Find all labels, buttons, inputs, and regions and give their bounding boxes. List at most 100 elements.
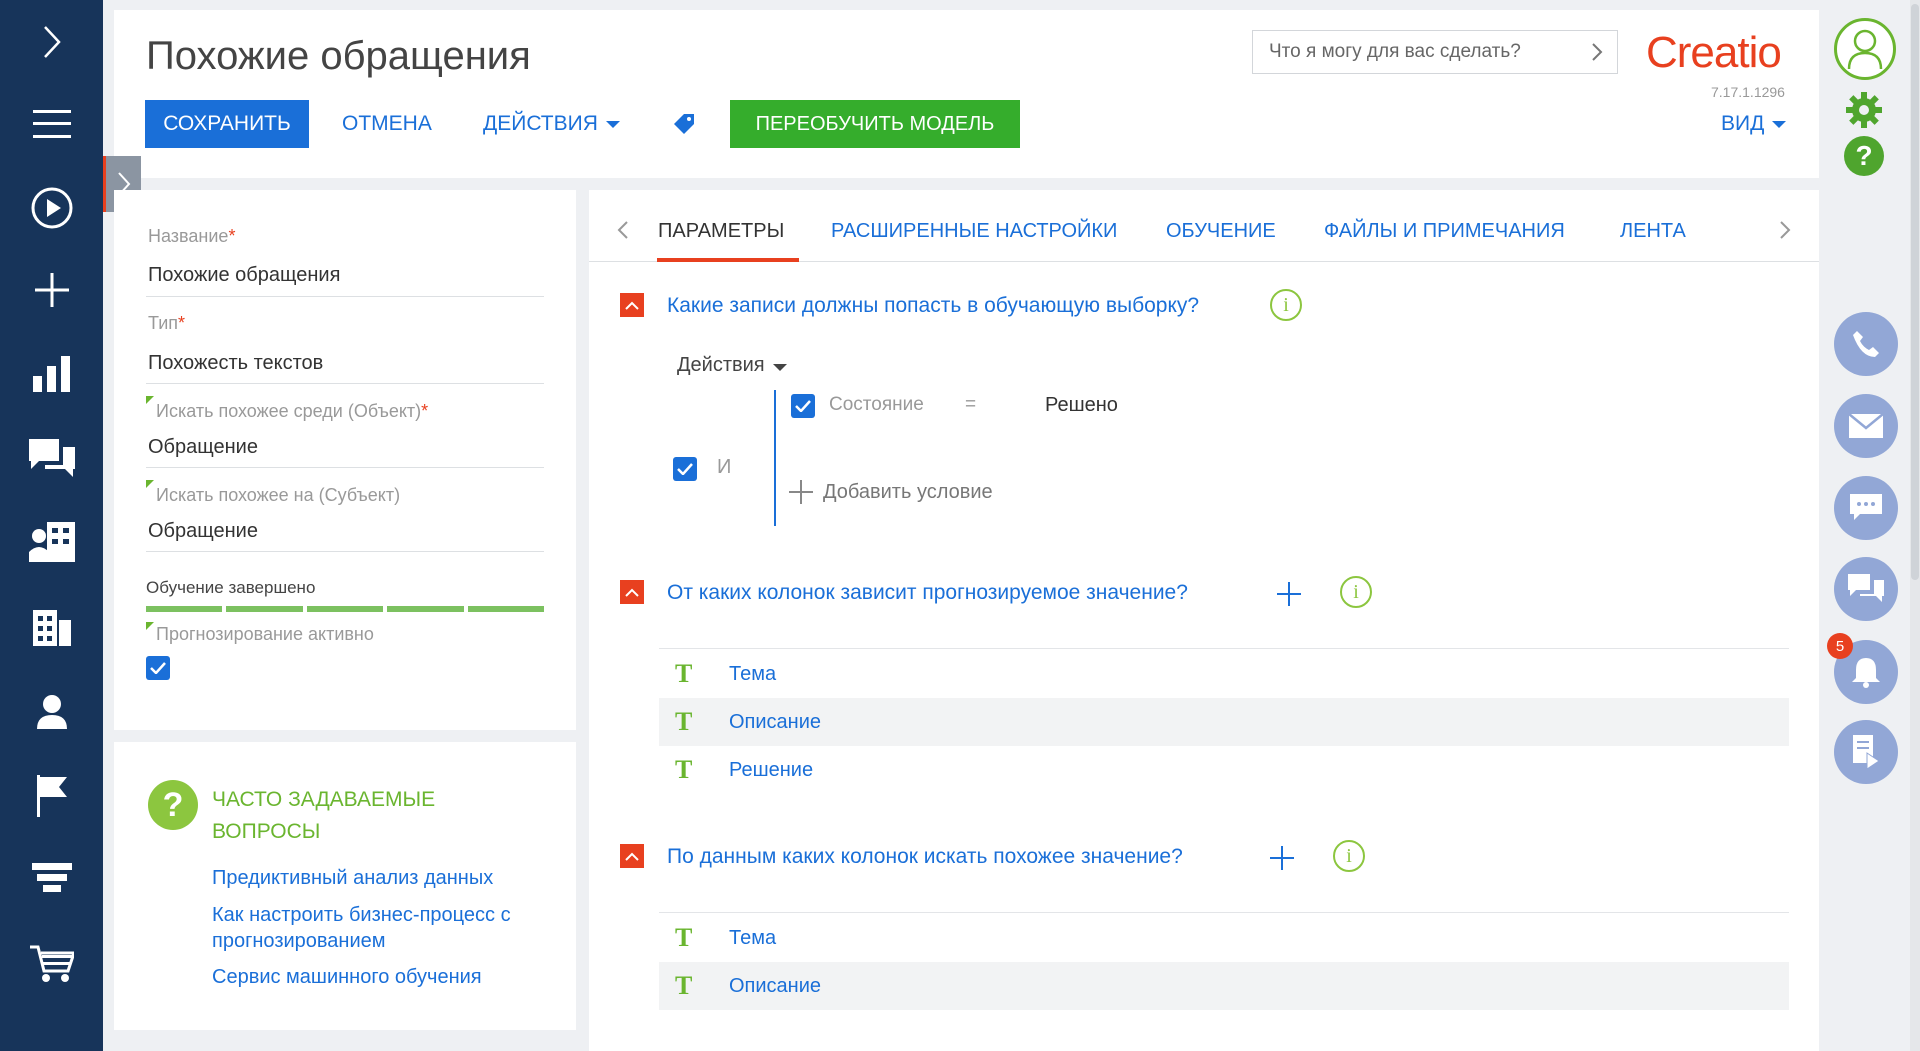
phone-button[interactable] <box>1834 312 1898 376</box>
info-icon[interactable]: i <box>1333 840 1365 872</box>
add-condition-label: Добавить условие <box>823 480 993 503</box>
chat-button[interactable] <box>1834 476 1898 540</box>
flag-icon[interactable] <box>24 768 80 824</box>
group-checkbox[interactable] <box>673 457 697 481</box>
progress-segment <box>306 606 384 612</box>
list-item[interactable]: T Решение <box>659 746 1789 794</box>
save-button[interactable]: СОХРАНИТЬ <box>145 100 309 148</box>
accounts-icon[interactable] <box>24 600 80 656</box>
tag-icon[interactable] <box>670 110 698 138</box>
gear-icon[interactable] <box>1844 90 1884 135</box>
search-on-label: Искать похожее на (Субъект) <box>156 485 401 505</box>
filter-actions-button[interactable]: Действия <box>677 354 787 377</box>
search-on-field[interactable]: Обращение <box>148 520 258 543</box>
name-field[interactable]: Похожие обращения <box>148 264 340 287</box>
text-field-icon: T <box>675 755 693 784</box>
progress-segment <box>226 606 303 612</box>
info-icon[interactable]: i <box>1270 289 1302 321</box>
cancel-button[interactable]: ОТМЕНА <box>342 100 432 148</box>
faq-link[interactable]: Сервис машинного обучения <box>212 964 552 990</box>
field-underline <box>146 383 544 384</box>
profile-avatar[interactable] <box>1834 18 1896 80</box>
chat-icon[interactable] <box>24 430 80 486</box>
tab-feed[interactable]: ЛЕНТА <box>1620 220 1686 243</box>
play-icon[interactable] <box>24 180 80 236</box>
chevron-left-icon[interactable] <box>617 220 629 240</box>
scrollbar[interactable] <box>1910 0 1920 1051</box>
tab-parameters[interactable]: ПАРАМЕТРЫ <box>658 220 784 243</box>
phone-icon <box>1853 331 1879 357</box>
help-icon[interactable]: ? <box>1844 136 1884 176</box>
message-icon <box>1850 494 1882 520</box>
add-column-icon[interactable] <box>1270 846 1294 870</box>
collapse-section-button[interactable] <box>620 844 644 868</box>
view-button[interactable]: ВИД <box>1721 100 1787 148</box>
command-search-input[interactable]: Что я могу для вас сделать? <box>1252 30 1618 74</box>
tab-advanced-settings[interactable]: РАСШИРЕННЫЕ НАСТРОЙКИ <box>831 220 1117 243</box>
feed-button[interactable] <box>1834 557 1898 621</box>
info-icon[interactable]: i <box>1340 576 1372 608</box>
plus-icon[interactable] <box>24 262 80 318</box>
condition-checkbox[interactable] <box>791 394 815 418</box>
column-name: Решение <box>729 758 814 781</box>
email-button[interactable] <box>1834 394 1898 458</box>
field-underline <box>146 296 544 297</box>
search-among-label: Искать похожее среди (Объект)* <box>156 401 429 421</box>
tab-files-notes[interactable]: ФАЙЛЫ И ПРИМЕЧАНИЯ <box>1324 220 1565 243</box>
forecast-active-checkbox[interactable] <box>146 656 170 680</box>
tab-bar: ПАРАМЕТРЫ РАСШИРЕННЫЕ НАСТРОЙКИ ОБУЧЕНИЕ… <box>589 190 1819 262</box>
menu-icon[interactable] <box>24 96 80 152</box>
filter-actions-label: Действия <box>677 354 765 376</box>
progress-segment <box>146 606 223 612</box>
caret-down-icon <box>772 364 787 371</box>
field-underline <box>146 551 544 552</box>
list-item[interactable]: T Описание <box>659 698 1789 746</box>
chevron-right-icon[interactable] <box>1779 220 1791 240</box>
section-title[interactable]: Какие записи должны попасть в обучающую … <box>667 294 1199 318</box>
field-underline <box>146 467 544 468</box>
check-icon <box>677 463 693 475</box>
question-icon: ? <box>148 780 198 830</box>
contacts-icon[interactable] <box>24 514 80 570</box>
training-status-label: Обучение завершено <box>146 578 316 597</box>
lookup-marker-icon <box>146 622 154 630</box>
user-icon <box>1847 29 1883 69</box>
column-name: Тема <box>729 926 777 949</box>
faq-link[interactable]: Как настроить бизнес-процесс с прогнозир… <box>212 902 552 954</box>
group-operator[interactable]: И <box>717 456 731 479</box>
condition-value[interactable]: Решено <box>1045 394 1118 417</box>
collapse-section-button[interactable] <box>620 293 644 317</box>
caret-down-icon <box>1772 120 1787 128</box>
actions-button[interactable]: ДЕЙСТВИЯ <box>483 100 620 148</box>
expand-icon[interactable] <box>24 14 80 70</box>
section-title[interactable]: По данным каких колонок искать похожее з… <box>667 845 1183 869</box>
section-title[interactable]: От каких колонок зависит прогнозируемое … <box>667 581 1188 605</box>
condition-operator[interactable]: = <box>965 394 976 416</box>
actions-label: ДЕЙСТВИЯ <box>483 112 598 135</box>
envelope-icon <box>1848 413 1884 438</box>
lookup-marker-icon <box>146 396 154 404</box>
add-column-icon[interactable] <box>1277 582 1301 606</box>
notification-count-badge: 5 <box>1827 633 1853 659</box>
lookup-marker-icon <box>146 480 154 488</box>
text-field-icon: T <box>675 659 693 688</box>
list-item[interactable]: T Тема <box>659 650 1789 698</box>
list-item[interactable]: T Описание <box>659 962 1789 1010</box>
chevron-up-icon <box>625 852 639 861</box>
cart-icon[interactable] <box>24 936 80 992</box>
scrollbar-thumb[interactable] <box>1911 4 1919 580</box>
person-icon[interactable] <box>24 684 80 740</box>
type-field[interactable]: Похожесть текстов <box>148 352 323 375</box>
condition-column[interactable]: Состояние <box>829 394 924 416</box>
process-button[interactable] <box>1834 720 1898 784</box>
search-among-field[interactable]: Обращение <box>148 436 258 459</box>
chart-icon[interactable] <box>24 346 80 402</box>
funnel-icon[interactable] <box>24 852 80 908</box>
collapse-section-button[interactable] <box>620 580 644 604</box>
list-item[interactable]: T Тема <box>659 914 1789 962</box>
faq-link[interactable]: Предиктивный анализ данных <box>212 865 552 891</box>
tab-training[interactable]: ОБУЧЕНИЕ <box>1166 220 1276 243</box>
page-header: Похожие обращения СОХРАНИТЬ ОТМЕНА ДЕЙСТ… <box>114 10 1819 178</box>
add-condition-button[interactable]: Добавить условие <box>789 480 993 504</box>
retrain-model-button[interactable]: ПЕРЕОБУЧИТЬ МОДЕЛЬ <box>730 100 1020 148</box>
